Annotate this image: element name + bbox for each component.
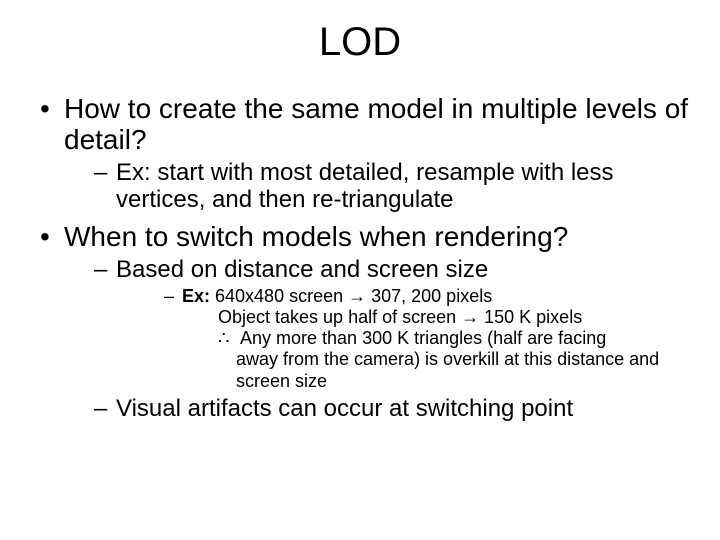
bullet-2-sub-1-text: Based on distance and screen size <box>116 256 488 283</box>
bullet-1-text: How to create the same model in multiple… <box>64 93 688 155</box>
bullet-2-sub-1: Based on distance and screen size Ex: 64… <box>94 257 692 392</box>
therefore-symbol: ∴ <box>218 328 236 349</box>
bullet-1-sublist: Ex: start with most detailed, resample w… <box>64 160 692 214</box>
bullet-2-sub-2-text: Visual artifacts can occur at switching … <box>116 395 573 422</box>
bullet-2-sub-1-ex: Ex: 640x480 screen → 307, 200 pixels Obj… <box>164 286 692 392</box>
slide-title: LOD <box>0 20 720 65</box>
slide: LOD How to create the same model in mult… <box>0 20 720 540</box>
bullet-2-text: When to switch models when rendering? <box>64 221 568 252</box>
bullet-2-sub-1-sublist: Ex: 640x480 screen → 307, 200 pixels Obj… <box>116 286 692 392</box>
bullet-2-sublist: Based on distance and screen size Ex: 64… <box>64 257 692 423</box>
bullet-2-sub-1-ex-line3b: away from the camera) is overkill at thi… <box>218 349 692 391</box>
bullet-2-sub-1-ex-line1: 640x480 screen → 307, 200 pixels <box>210 286 492 306</box>
bullet-2-sub-2: Visual artifacts can occur at switching … <box>94 396 692 423</box>
bullet-2-sub-1-ex-label: Ex: <box>182 286 210 306</box>
bullet-2: When to switch models when rendering? Ba… <box>36 221 692 422</box>
bullet-list-level1: How to create the same model in multiple… <box>0 93 720 423</box>
bullet-1-sub-1: Ex: start with most detailed, resample w… <box>94 160 692 214</box>
bullet-1-sub-1-text: Ex: start with most detailed, resample w… <box>116 159 614 213</box>
bullet-2-sub-1-ex-line3: ∴ Any more than 300 K triangles (half ar… <box>182 328 692 392</box>
bullet-2-sub-1-ex-line3a: Any more than 300 K triangles (half are … <box>236 328 606 348</box>
bullet-2-sub-1-ex-line2: Object takes up half of screen → 150 K p… <box>182 307 692 328</box>
bullet-1: How to create the same model in multiple… <box>36 93 692 213</box>
